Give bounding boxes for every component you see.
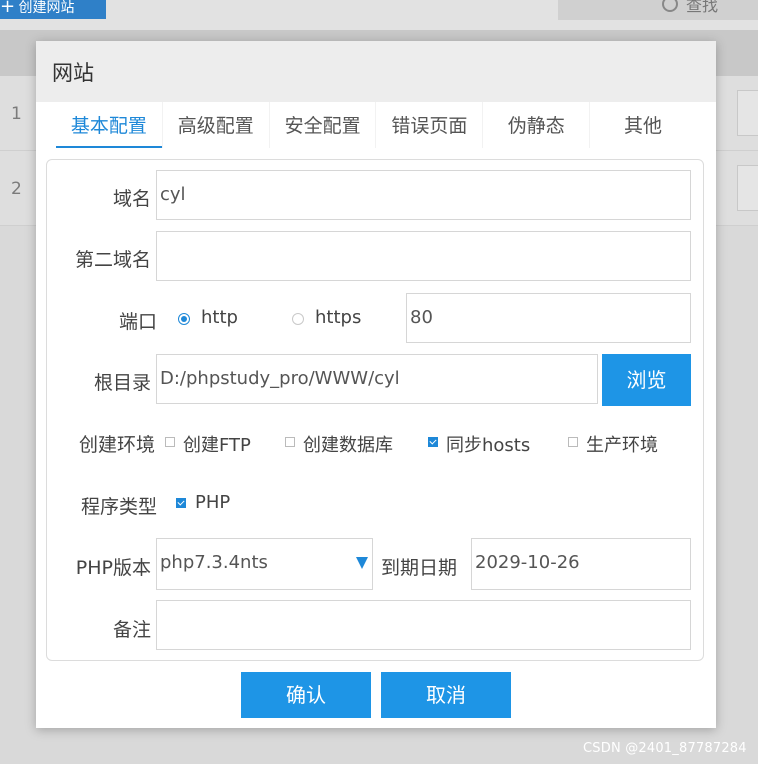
create-database-label: 创建数据库 <box>303 435 393 456</box>
php-checkbox[interactable] <box>176 498 186 508</box>
browse-button[interactable]: 浏览 <box>602 354 691 406</box>
remark-label: 备注 <box>112 619 151 641</box>
php-version-label: PHP版本 <box>75 557 151 579</box>
search-button[interactable]: 查找 <box>558 0 758 20</box>
create-database-checkbox[interactable] <box>285 437 295 447</box>
https-radio-label: https <box>315 307 362 328</box>
https-radio[interactable] <box>292 313 304 325</box>
plus-icon: + <box>0 0 16 17</box>
root-dir-label: 根目录 <box>93 372 151 394</box>
row-number: 1 <box>11 104 22 124</box>
program-type-label: 程序类型 <box>80 496 157 518</box>
search-label: 查找 <box>686 0 719 15</box>
website-dialog: 网站 基本配置 高级配置 安全配置 错误页面 伪静态 其他 域名 cyl 第二域… <box>36 41 716 728</box>
create-site-button[interactable]: + 创建网站 <box>0 0 106 19</box>
create-ftp-checkbox[interactable] <box>165 437 175 447</box>
row-action-button[interactable] <box>737 90 758 136</box>
watermark: CSDN @2401_87787284 <box>583 741 747 756</box>
tab-other[interactable]: 其他 <box>589 102 696 148</box>
dialog-title: 网站 <box>36 41 716 102</box>
domain-input[interactable]: cyl <box>156 170 691 220</box>
confirm-button[interactable]: 确认 <box>241 672 371 718</box>
port-input[interactable]: 80 <box>406 293 691 343</box>
tab-bar: 基本配置 高级配置 安全配置 错误页面 伪静态 其他 <box>56 102 696 148</box>
env-label: 创建环境 <box>78 434 155 456</box>
tab-basic-config[interactable]: 基本配置 <box>56 102 162 148</box>
http-radio[interactable] <box>178 313 190 325</box>
php-version-select[interactable]: php7.3.4nts <box>156 538 373 590</box>
expiry-date-input[interactable]: 2029-10-26 <box>471 538 691 590</box>
cancel-button[interactable]: 取消 <box>381 672 511 718</box>
row-action-button[interactable] <box>737 165 758 211</box>
production-env-checkbox[interactable] <box>568 437 578 447</box>
tab-error-pages[interactable]: 错误页面 <box>375 102 482 148</box>
search-icon <box>662 0 678 12</box>
tab-rewrite[interactable]: 伪静态 <box>482 102 589 148</box>
tab-security-config[interactable]: 安全配置 <box>268 102 376 148</box>
create-site-label: 创建网站 <box>18 0 75 16</box>
production-env-label: 生产环境 <box>586 435 658 456</box>
http-radio-label: http <box>201 307 238 328</box>
domain-label: 域名 <box>112 188 151 210</box>
expiry-date-label: 到期日期 <box>381 557 458 579</box>
create-ftp-label: 创建FTP <box>183 435 251 456</box>
sync-hosts-checkbox[interactable] <box>428 437 438 447</box>
sync-hosts-label: 同步hosts <box>446 435 531 456</box>
tab-advanced-config[interactable]: 高级配置 <box>161 102 269 148</box>
dropdown-arrow-icon[interactable] <box>356 557 368 569</box>
basic-config-panel: 域名 cyl 第二域名 端口 http https 80 根目录 D:/phps… <box>46 159 704 661</box>
port-label: 端口 <box>118 311 157 333</box>
second-domain-input[interactable] <box>156 231 691 281</box>
php-checkbox-label: PHP <box>195 492 231 513</box>
root-dir-input[interactable]: D:/phpstudy_pro/WWW/cyl <box>156 354 598 404</box>
php-version-value: php7.3.4nts <box>160 552 268 573</box>
second-domain-label: 第二域名 <box>74 249 151 271</box>
remark-input[interactable] <box>156 600 691 650</box>
row-number: 2 <box>11 179 22 199</box>
